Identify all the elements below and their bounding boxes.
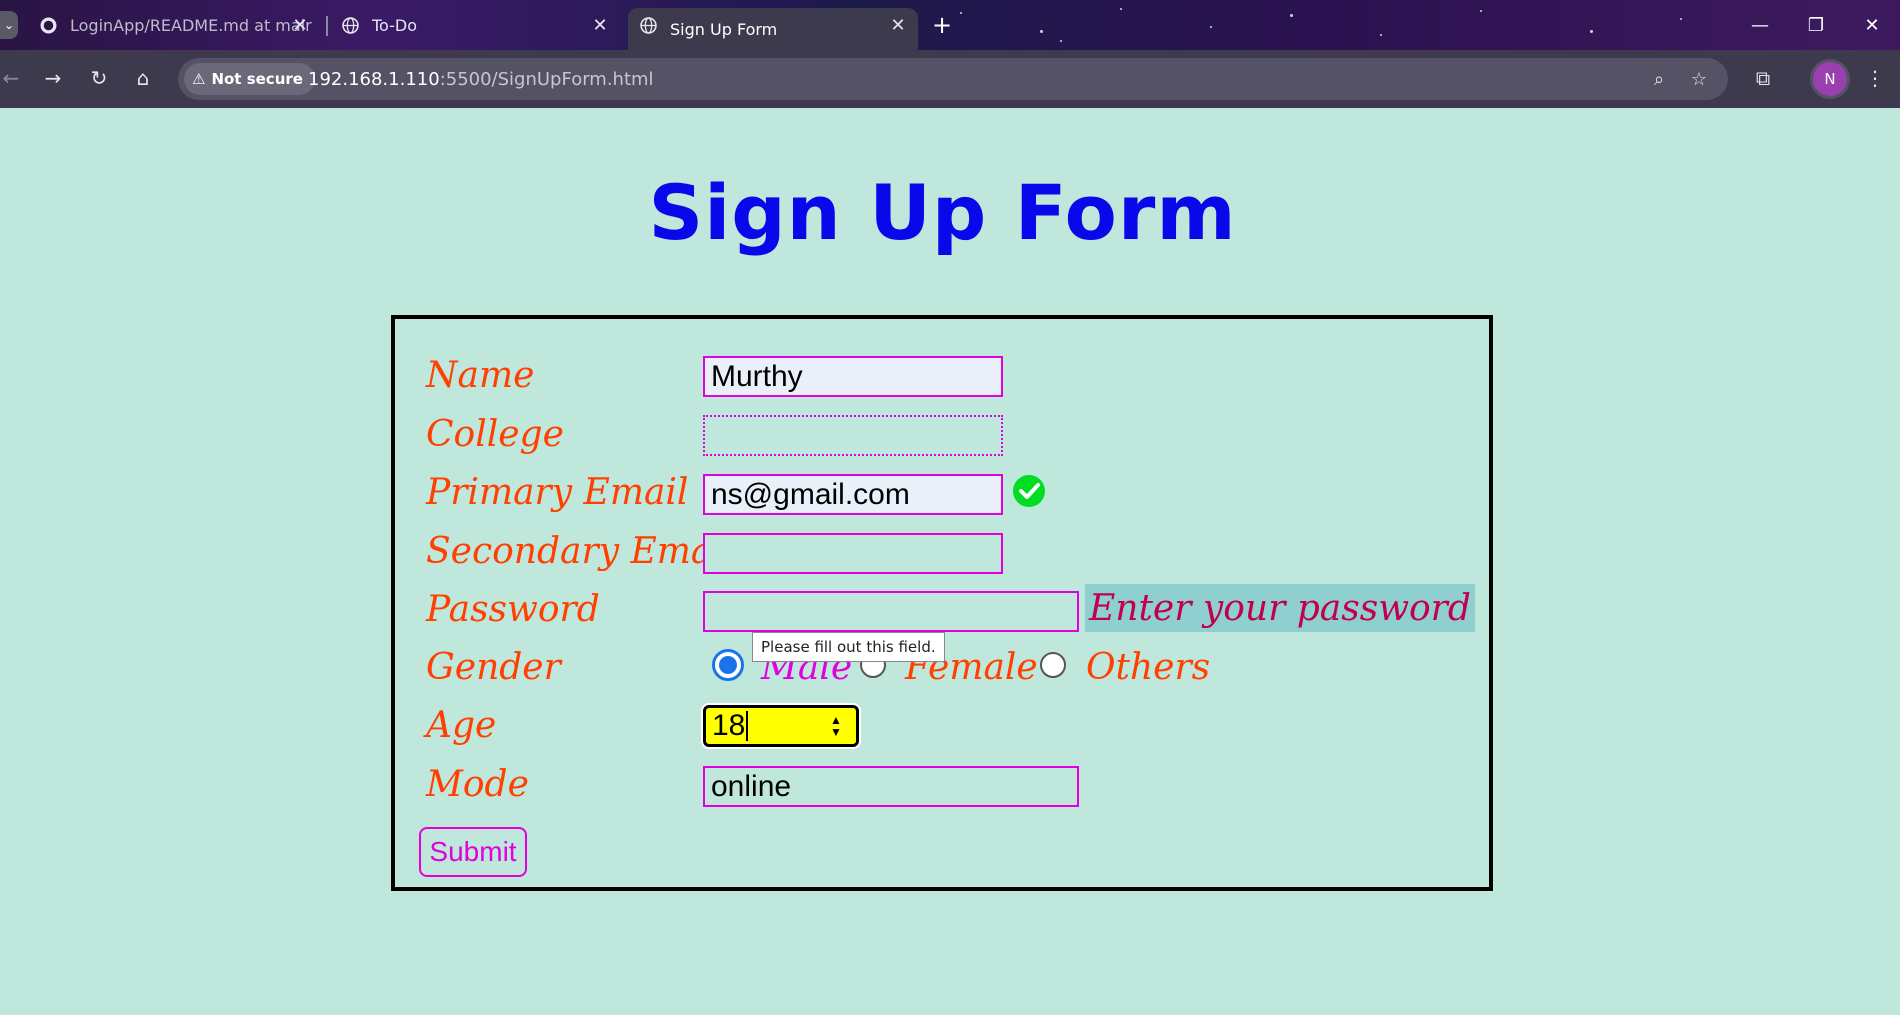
zoom-icon[interactable]: ⌕ xyxy=(1644,64,1674,94)
primary-email-field[interactable]: ns@gmail.com xyxy=(703,474,1003,515)
minimize-icon[interactable]: — xyxy=(1740,8,1780,42)
secondary-email-field[interactable] xyxy=(703,533,1003,574)
mode-field[interactable]: online xyxy=(703,766,1079,807)
tab-loginapp[interactable]: LoginApp/README.md at mair ✕ xyxy=(28,8,320,42)
age-stepper[interactable]: ▲ ▼ xyxy=(822,712,850,740)
college-field[interactable] xyxy=(703,415,1003,456)
avatar[interactable]: N xyxy=(1810,59,1850,99)
page-title: Sign Up Form xyxy=(648,168,1237,257)
warning-icon: ⚠ xyxy=(192,70,206,88)
college-label: College xyxy=(426,414,564,455)
check-circle-icon xyxy=(1013,475,1045,507)
gender-male-radio[interactable] xyxy=(712,649,744,681)
more-icon[interactable]: ⋮ xyxy=(1858,61,1892,95)
close-icon[interactable]: ✕ xyxy=(288,13,312,37)
extensions-icon[interactable]: ⧉ xyxy=(1746,61,1780,95)
globe-icon xyxy=(342,17,359,34)
tab-title: To-Do xyxy=(372,15,418,35)
primary-email-label: Primary Email xyxy=(426,472,689,513)
security-chip[interactable]: ⚠ Not secure xyxy=(184,63,315,95)
gender-others-label: Others xyxy=(1086,647,1211,688)
tab-list-icon[interactable]: ⌄ xyxy=(0,11,18,39)
submit-button[interactable]: Submit xyxy=(419,827,527,877)
avatar-initial: N xyxy=(1824,70,1836,88)
name-label: Name xyxy=(426,355,535,396)
plus-icon[interactable]: + xyxy=(926,10,958,40)
age-value: 18 xyxy=(712,709,746,742)
password-hint: Enter your password xyxy=(1085,584,1475,632)
browser-toolbar: ← → ↻ ⌂ ⚠ Not secure 192.168.1.110:5500/… xyxy=(0,50,1900,108)
tab-separator xyxy=(326,16,328,36)
back-icon[interactable]: ← xyxy=(0,61,28,95)
text-caret xyxy=(746,711,749,741)
page-body: Sign Up Form Name Murthy College Primary… xyxy=(0,108,1900,1015)
url-text[interactable]: 192.168.1.110:5500/SignUpForm.html xyxy=(308,69,654,90)
tab-title: Sign Up Form xyxy=(670,19,778,39)
password-field[interactable] xyxy=(703,591,1079,632)
stepper-down-icon[interactable]: ▼ xyxy=(830,726,842,738)
gender-label: Gender xyxy=(426,647,561,688)
secondary-email-label: Secondary Email xyxy=(426,531,736,572)
github-icon xyxy=(40,17,57,34)
globe-icon xyxy=(640,17,657,34)
address-bar[interactable]: ⚠ Not secure 192.168.1.110:5500/SignUpFo… xyxy=(178,58,1728,100)
age-label: Age xyxy=(426,705,497,746)
password-label: Password xyxy=(426,589,600,630)
star-icon[interactable]: ☆ xyxy=(1684,64,1714,94)
close-icon[interactable]: ✕ xyxy=(886,13,910,37)
home-icon[interactable]: ⌂ xyxy=(126,61,160,95)
tab-strip: ⌄ LoginApp/README.md at mair ✕ To-Do ✕ S… xyxy=(0,0,1900,50)
validation-tooltip: Please fill out this field. xyxy=(752,632,945,662)
tab-todo[interactable]: To-Do ✕ xyxy=(330,8,620,42)
tab-title: LoginApp/README.md at mair xyxy=(70,15,312,35)
mode-label: Mode xyxy=(426,764,529,805)
gender-others-radio[interactable] xyxy=(1040,652,1066,678)
tab-signup[interactable]: Sign Up Form ✕ xyxy=(628,8,918,50)
name-field[interactable]: Murthy xyxy=(703,356,1003,397)
age-input[interactable]: 18 ▲ ▼ xyxy=(703,705,859,747)
browser-chrome: ⌄ LoginApp/README.md at mair ✕ To-Do ✕ S… xyxy=(0,0,1900,108)
close-icon[interactable]: ✕ xyxy=(588,13,612,37)
url-host: 192.168.1.110 xyxy=(308,69,440,90)
restore-icon[interactable]: ❐ xyxy=(1796,8,1836,42)
signup-form: Name Murthy College Primary Email ns@gma… xyxy=(391,315,1493,891)
forward-icon[interactable]: → xyxy=(36,61,70,95)
url-path: :5500/SignUpForm.html xyxy=(439,69,654,90)
reload-icon[interactable]: ↻ xyxy=(82,61,116,95)
security-label: Not secure xyxy=(211,70,303,88)
close-window-icon[interactable]: ✕ xyxy=(1852,8,1892,42)
